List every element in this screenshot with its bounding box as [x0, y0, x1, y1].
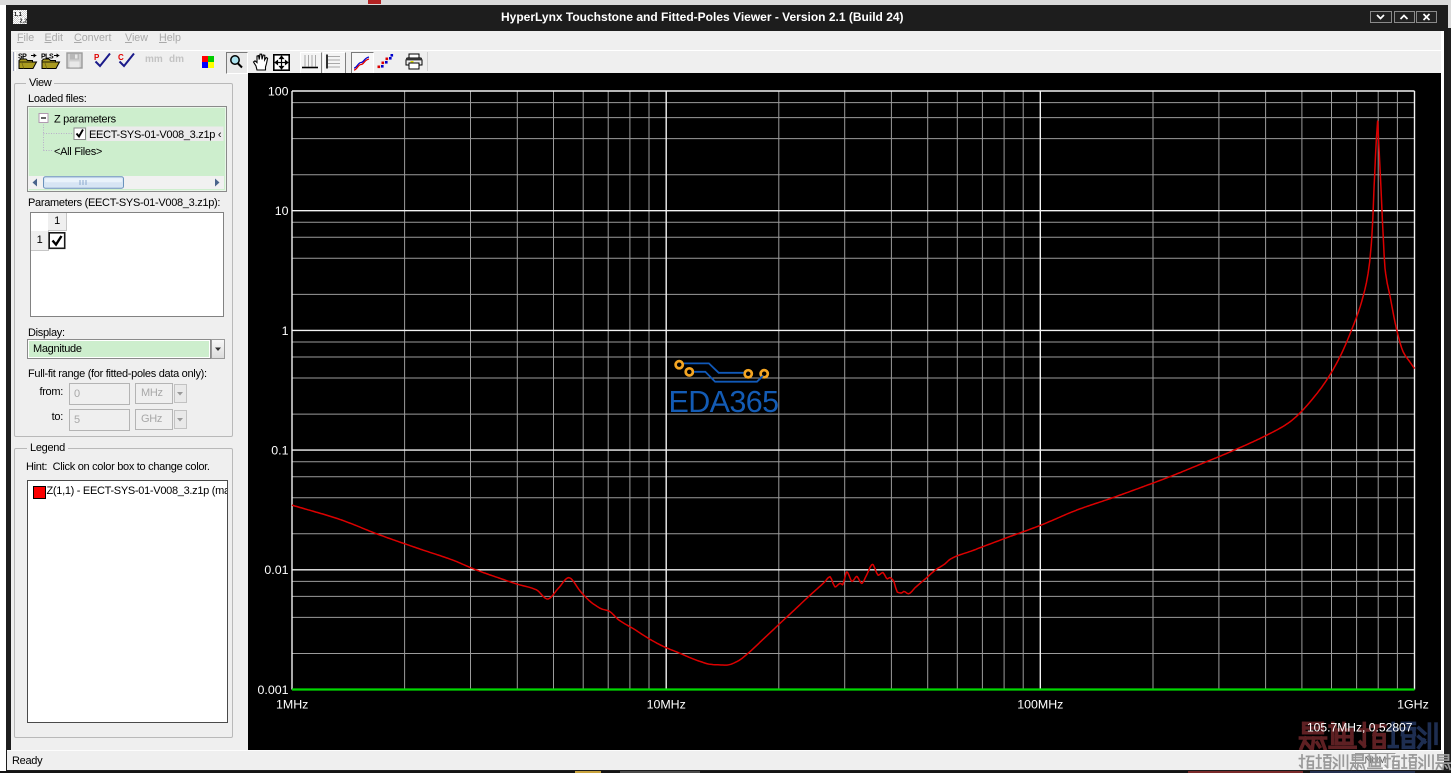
svg-text:2,2: 2,2 [20, 19, 28, 25]
svg-text:Z parameters: Z parameters [54, 114, 117, 126]
svg-text:EECT-SYS-01-V008_3.z1p ‹: EECT-SYS-01-V008_3.z1p ‹ [89, 129, 222, 141]
svg-text:100: 100 [267, 84, 288, 98]
svg-text:0.01: 0.01 [264, 563, 288, 577]
svg-text:0.1: 0.1 [271, 443, 288, 457]
svg-text:100MHz: 100MHz [1017, 697, 1063, 711]
svg-text:1: 1 [281, 323, 288, 337]
svg-text:C: C [118, 53, 124, 62]
svg-text:EDA365: EDA365 [668, 385, 778, 419]
svg-text:P: P [94, 53, 100, 62]
svg-text:1GHz: 1GHz [1397, 697, 1429, 711]
svg-text:0.001: 0.001 [257, 682, 288, 696]
svg-text:10MHz: 10MHz [646, 697, 685, 711]
svg-text:10: 10 [274, 204, 288, 218]
svg-text:<All Files>: <All Files> [54, 146, 102, 158]
svg-text:1MHz: 1MHz [276, 697, 308, 711]
svg-text:105.7MHz, 0.52807: 105.7MHz, 0.52807 [1306, 720, 1412, 734]
svg-text:1,1: 1,1 [14, 12, 22, 18]
